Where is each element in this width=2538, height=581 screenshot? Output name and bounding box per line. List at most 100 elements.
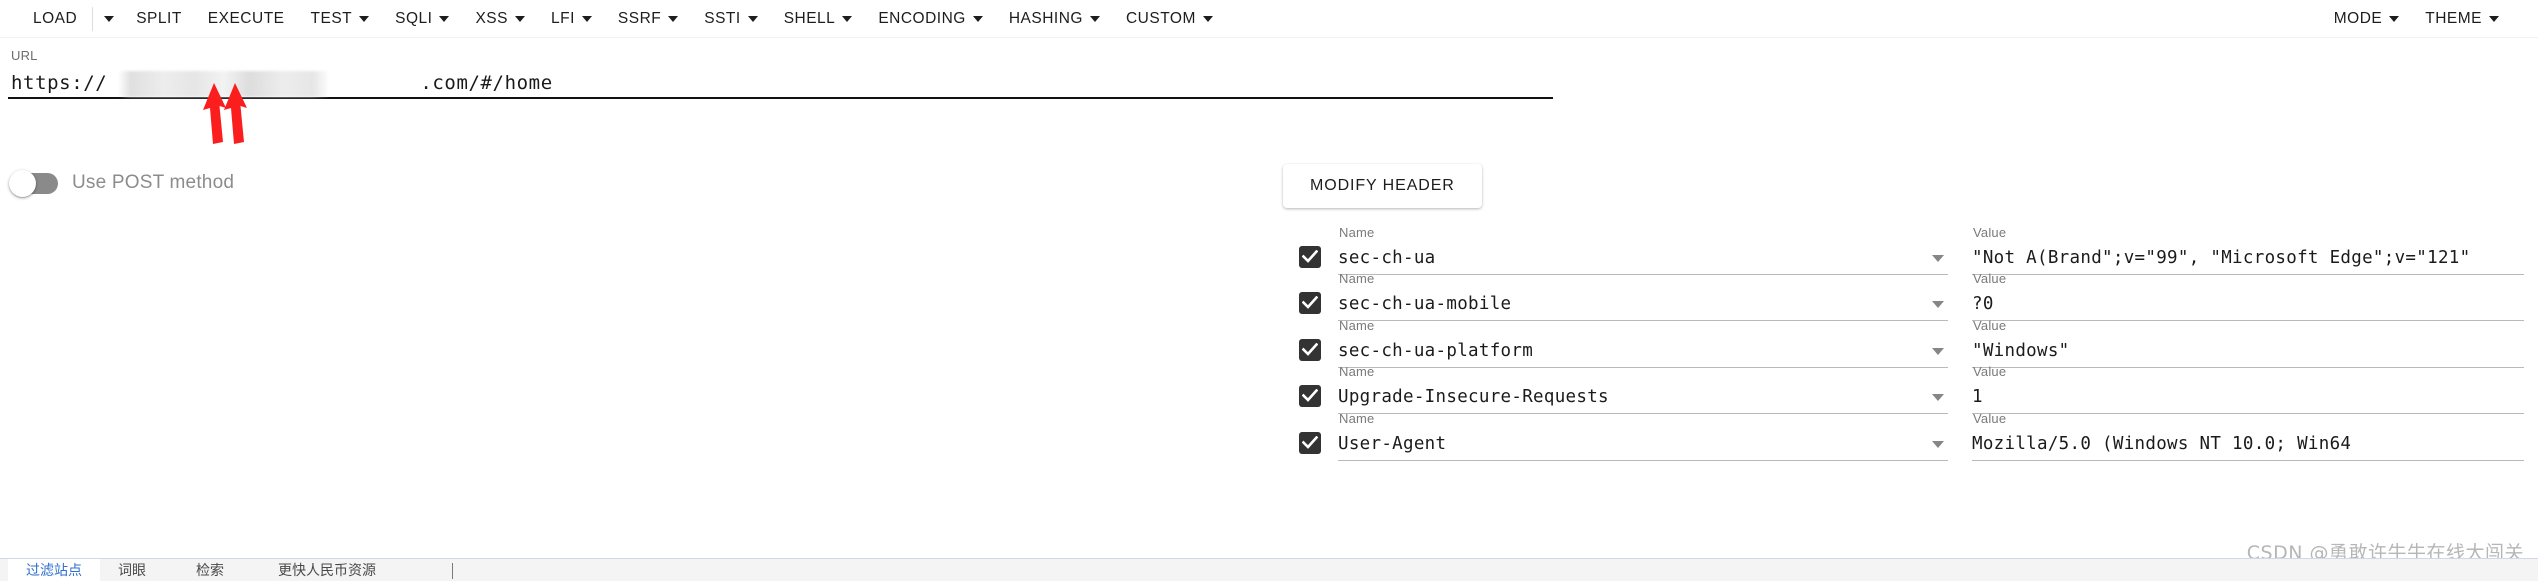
toolbar-item-lfi[interactable]: LFI <box>538 7 605 31</box>
check-icon <box>1302 296 1318 309</box>
bottom-tab-3[interactable]: 更快人民币资源 <box>278 559 376 581</box>
toolbar-item-test[interactable]: TEST <box>298 7 383 31</box>
chevron-down-icon <box>359 15 370 22</box>
toolbar-item-xss[interactable]: XSS <box>462 7 538 31</box>
header-row: Name sec-ch-ua-platform Value "Windows" … <box>1280 318 2538 368</box>
header-value-field[interactable]: Value 1 <box>1972 364 2524 414</box>
chevron-down-icon[interactable] <box>1932 394 1944 401</box>
check-icon <box>1302 435 1318 449</box>
delete-header-icon[interactable]: × <box>2524 242 2538 266</box>
toggle-knob <box>9 169 36 197</box>
header-value-label: Value <box>1973 317 2007 333</box>
header-name-field[interactable]: Name Upgrade-Insecure-Requests <box>1338 364 1948 414</box>
toolbar-item-sqli[interactable]: SQLI <box>382 7 462 31</box>
chevron-down-icon[interactable] <box>1932 347 1944 355</box>
header-name-field[interactable]: Name sec-ch-ua-platform <box>1338 318 1948 368</box>
header-name-value: sec-ch-ua <box>1338 247 1436 268</box>
toolbar-item-load[interactable]: LOAD <box>20 7 90 31</box>
bottom-tab-2[interactable]: 检索 <box>196 559 224 581</box>
toolbar-item-execute[interactable]: EXECUTE <box>195 7 298 31</box>
use-post-method-label: Use POST method <box>72 172 235 193</box>
header-name-field[interactable]: Name User-Agent <box>1338 411 1948 461</box>
toolbar-item-label: SQLI <box>395 9 433 27</box>
toolbar-item-label: TEST <box>310 9 353 27</box>
header-value-field[interactable]: Value Mozilla/5.0 (Windows NT 10.0; Win6… <box>1972 411 2524 461</box>
header-enabled-checkbox[interactable] <box>1299 385 1321 407</box>
header-name-value: Upgrade-Insecure-Requests <box>1338 387 1609 407</box>
use-post-method-row: Use POST method <box>9 169 235 197</box>
header-row: Name sec-ch-ua Value "Not A(Brand";v="99… <box>1280 228 2538 275</box>
toolbar-item-ssrf[interactable]: SSRF <box>605 7 691 31</box>
chevron-down-icon <box>1089 15 1100 22</box>
header-enabled-checkbox[interactable] <box>1299 245 1321 268</box>
header-value-value: ?0 <box>1972 294 1994 314</box>
header-enabled-checkbox[interactable] <box>1299 338 1321 361</box>
toolbar-divider <box>92 6 94 31</box>
header-value-field[interactable]: Value "Windows" <box>1972 318 2524 368</box>
header-name-value: sec-ch-ua-platform <box>1338 340 1534 361</box>
toolbar-item-shell[interactable]: SHELL <box>771 7 866 31</box>
header-row: Name User-Agent Value Mozilla/5.0 (Windo… <box>1280 411 2538 461</box>
chevron-down-icon[interactable] <box>1932 440 1944 448</box>
toolbar-item-label: LFI <box>550 9 575 27</box>
toolbar-item-hashing[interactable]: HASHING <box>996 7 1113 31</box>
bottom-tab-0[interactable]: 过滤站点 <box>8 559 100 581</box>
chevron-down-icon <box>439 15 450 22</box>
toolbar-item-label: SHELL <box>783 9 836 27</box>
header-enabled-checkbox[interactable] <box>1299 431 1321 454</box>
delete-header-icon[interactable]: × <box>2524 335 2538 359</box>
toolbar-item-label: SSRF <box>617 9 662 27</box>
chevron-down-icon <box>104 15 115 22</box>
header-value-value: "Not A(Brand";v="99", "Microsoft Edge";v… <box>1972 247 2471 268</box>
delete-header-icon[interactable]: × <box>2524 382 2538 405</box>
chevron-down-icon <box>1202 15 1213 22</box>
chevron-down-icon <box>842 15 853 22</box>
bottom-tab-1[interactable]: 词眼 <box>118 559 146 581</box>
chevron-down-icon[interactable] <box>1932 301 1944 308</box>
toolbar-item-label: XSS <box>475 9 508 27</box>
toolbar-load-dropdown[interactable] <box>95 12 123 26</box>
check-icon <box>1302 342 1318 356</box>
toolbar-item-label: CUSTOM <box>1125 9 1196 27</box>
toolbar-item-label: LOAD <box>33 9 78 27</box>
headers-panel: MODIFY HEADER Name sec-ch-ua Value "Not … <box>1280 0 2538 581</box>
header-rows-container: Name sec-ch-ua Value "Not A(Brand";v="99… <box>1280 228 2538 561</box>
modify-header-button[interactable]: MODIFY HEADER <box>1283 164 1482 208</box>
header-name-label: Name <box>1339 364 1375 379</box>
toolbar-item-ssti[interactable]: SSTI <box>691 7 770 31</box>
toolbar-item-custom[interactable]: CUSTOM <box>1113 7 1226 31</box>
header-rows: Name sec-ch-ua Value "Not A(Brand";v="99… <box>1280 228 2538 461</box>
check-icon <box>1302 249 1318 263</box>
header-enabled-checkbox[interactable] <box>1299 292 1321 314</box>
chevron-down-icon <box>581 15 592 22</box>
bottom-bar-cursor <box>452 563 453 579</box>
chevron-down-icon <box>514 15 525 22</box>
delete-header-icon[interactable]: × <box>2524 428 2538 452</box>
header-name-field[interactable]: Name sec-ch-ua-mobile <box>1338 271 1948 321</box>
chevron-down-icon[interactable] <box>1932 254 1944 262</box>
bottom-tab-bar: 过滤站点 词眼 检索 更快人民币资源 <box>0 558 2538 581</box>
delete-header-icon[interactable]: × <box>2524 289 2538 312</box>
toolbar-item-split[interactable]: SPLIT <box>123 7 195 31</box>
header-value-label: Value <box>1973 271 2007 286</box>
header-name-label: Name <box>1339 271 1375 286</box>
chevron-down-icon <box>668 15 679 22</box>
header-value-value: "Windows" <box>1972 340 2070 361</box>
header-name-field[interactable]: Name sec-ch-ua <box>1338 228 1948 275</box>
header-value-label: Value <box>1973 228 2007 240</box>
toolbar-item-label: ENCODING <box>878 9 966 27</box>
toolbar-item-label: EXECUTE <box>207 9 285 27</box>
chevron-down-icon <box>972 15 983 22</box>
toolbar-item-label: HASHING <box>1008 9 1083 27</box>
toolbar-item-label: SSTI <box>704 9 741 27</box>
header-row: Name sec-ch-ua-mobile Value ?0 × <box>1280 271 2538 321</box>
toolbar-item-encoding[interactable]: ENCODING <box>865 7 996 31</box>
header-name-label: Name <box>1339 410 1375 426</box>
header-value-field[interactable]: Value "Not A(Brand";v="99", "Microsoft E… <box>1972 228 2524 275</box>
chevron-down-icon <box>747 15 758 22</box>
header-value-field[interactable]: Value ?0 <box>1972 271 2524 321</box>
header-name-label: Name <box>1339 317 1375 333</box>
use-post-method-toggle[interactable] <box>9 169 58 197</box>
header-value-label: Value <box>1973 410 2007 426</box>
header-name-label: Name <box>1339 228 1375 240</box>
